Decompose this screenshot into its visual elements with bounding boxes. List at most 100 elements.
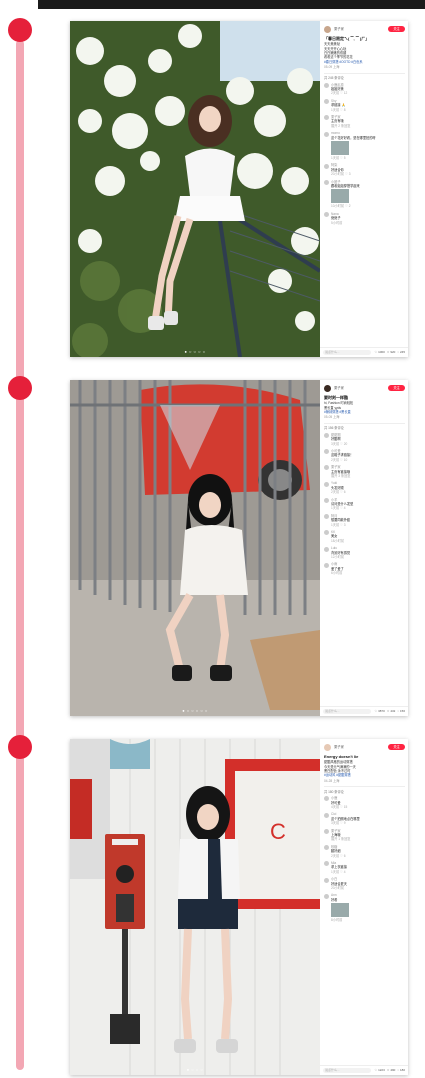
- like-count: 1223: [378, 1068, 385, 1073]
- comment-item[interactable]: 栗子家 主页有哦 展开 2 条回复: [324, 115, 405, 128]
- avatar: [324, 562, 329, 568]
- avatar[interactable]: [324, 384, 331, 392]
- comment-item[interactable]: 软糖 腿好细 2天前 ♡ 6: [324, 845, 405, 858]
- comment-item[interactable]: 小团子 跟着姐姐穿搭学起来 10小时前 ♡ 2: [324, 180, 405, 209]
- post-header: 栗子家 关注: [324, 383, 405, 393]
- comment-item[interactable]: 小白 好适合夏天 20小时前: [324, 877, 405, 890]
- comment-item[interactable]: 栗子家 上海哦 展开 1 条回复: [324, 829, 405, 842]
- post-date: 05-05 上海: [324, 415, 340, 420]
- comment-item[interactable]: Shy 求链接 🙏 1天前 ♡ 8: [324, 99, 405, 112]
- photo-1-indicator: ● ○ ○ ○ ○: [184, 349, 206, 354]
- comment-stat: 156: [399, 709, 405, 714]
- comment-item[interactable]: KK 美女 18小时前: [324, 530, 405, 543]
- comment-meta: 18小时前: [331, 538, 345, 543]
- like-button[interactable]: ♡ 3870: [375, 709, 385, 713]
- comment-meta: 1天前 ♡ 3: [331, 522, 346, 527]
- post-tags[interactable]: #辣妹穿搭 #黑长直: [324, 410, 405, 414]
- photo-1-illustration: [70, 21, 320, 357]
- star-button[interactable]: ☆ 920: [387, 350, 396, 354]
- comment-list: 小鹿乱撞 姐姐好美 2天前 ♡ 12 Shy 求链接 🙏 1天前 ♡ 8 栗子家 主页有哦…: [324, 83, 405, 226]
- comment-meta[interactable]: 展开 2 条回复: [331, 124, 405, 128]
- author-name[interactable]: 栗子家: [334, 386, 388, 390]
- like-button[interactable]: ♡ 1223: [375, 1068, 385, 1072]
- comment-image[interactable]: [331, 189, 349, 204]
- avatar: [324, 179, 329, 185]
- post-tags[interactable]: #春日穿搭 #OOTD #白色系: [324, 60, 405, 64]
- comment-image[interactable]: [331, 141, 349, 156]
- comment-item[interactable]: 小羊 请问是什么发型 1天前 ♡ 4: [324, 498, 405, 511]
- comment-icon: ◌: [397, 350, 400, 355]
- comment-meta: 20小时前 ♡ 3: [331, 172, 351, 177]
- post-card-1[interactable]: ● ○ ○ ○ ○ 栗子家 关注 「春日限定ㄟ( ▔, ▔ )ㄏ」 天天美美哒 …: [70, 21, 408, 357]
- author-name[interactable]: 栗子家: [334, 27, 388, 31]
- avatar[interactable]: [324, 25, 331, 33]
- comment-image[interactable]: [331, 903, 349, 918]
- photo-2-indicator: ● ○ ○ ○ ○ ○: [182, 708, 208, 713]
- post-title: 「春日限定ㄟ( ▔, ▔ )ㄏ」: [324, 36, 370, 41]
- svg-text:C: C: [270, 819, 286, 844]
- comment-item[interactable]: Cici 这个拍照地点在哪里 3天前 ♡ 9: [324, 812, 405, 825]
- divider: [324, 786, 405, 787]
- avatar: [324, 893, 329, 899]
- post-date: 05-09 上海: [324, 65, 340, 70]
- post-tags[interactable]: #运动风 #甜酷穿搭: [324, 773, 405, 777]
- comment-input[interactable]: 说点什么...: [323, 349, 371, 356]
- comment-meta: 1天前 ♡ 4: [331, 869, 346, 874]
- post-card-3[interactable]: C ● ○ ○ ○ 栗子家 关注 Energy doesn't lie 甜酷风格…: [70, 739, 408, 1075]
- comment-item[interactable]: 小雨 爱了爱了 6小时前: [324, 562, 405, 575]
- post-photo-3[interactable]: C ● ○ ○ ○: [70, 739, 320, 1075]
- top-bar: [38, 0, 425, 9]
- comment-meta[interactable]: 展开 1 条回复: [331, 837, 405, 841]
- comment-item[interactable]: Mia 求上衣链接 1天前 ♡ 4: [324, 861, 405, 874]
- heart-icon: ♡: [374, 1068, 378, 1073]
- comment-item[interactable]: 小鹿 好可爱 4天前 ♡ 15: [324, 796, 405, 809]
- comment-item[interactable]: 甜甜圈 好酷啊 3天前 ♡ 20: [324, 433, 405, 446]
- photo-3-illustration: C: [70, 739, 320, 1075]
- comment-item[interactable]: 栗子家 主页有链接哦 展开 3 条回复: [324, 465, 405, 478]
- comment-meta: 10小时前 ♡ 2: [331, 204, 351, 209]
- star-button[interactable]: ☆ 490: [387, 1068, 396, 1072]
- comment-item[interactable]: Yuki 头发好顺 2天前 ♡ 6: [324, 481, 405, 494]
- like-button[interactable]: ♡ 1060: [375, 350, 385, 354]
- post-body: 天天美美哒 天天开开心心哒 白白嫩嫩的双腿 看看这个季节的花花: [324, 42, 353, 60]
- comment-item[interactable]: Lulu 背景好有感觉 12小时前: [324, 546, 405, 559]
- post-photo-2[interactable]: ● ○ ○ ○ ○ ○: [70, 380, 320, 716]
- comment-meta[interactable]: 展开 3 条回复: [331, 474, 405, 478]
- avatar[interactable]: [324, 743, 331, 751]
- comment-item[interactable]: 小鹿乱撞 姐姐好美 2天前 ♡ 12: [324, 83, 405, 96]
- comment-input[interactable]: 说点什么...: [323, 1067, 371, 1074]
- follow-button[interactable]: 关注: [388, 384, 405, 392]
- post-photo-1[interactable]: ● ○ ○ ○ ○: [70, 21, 320, 357]
- avatar: [324, 212, 329, 218]
- post-title: Energy doesn't lie: [324, 754, 359, 759]
- comment-count: 共 180 条评论: [324, 789, 344, 794]
- avatar: [324, 845, 329, 851]
- comment-button[interactable]: ◌ 180: [397, 1068, 405, 1072]
- follow-button[interactable]: 关注: [388, 743, 405, 751]
- post-card-2[interactable]: ● ○ ○ ○ ○ ○ 栗子家 关注 要时刻一样酷 hi, Fashion 时尚…: [70, 380, 408, 716]
- comment-item[interactable]: 小可爱 这鞋子求链接！ 2天前 ♡ 10: [324, 449, 405, 462]
- comment-item[interactable]: Nana 绝绝子 5小时前: [324, 212, 405, 225]
- author-name[interactable]: 栗子家: [334, 745, 388, 749]
- comment-button[interactable]: ◌ 245: [397, 350, 405, 354]
- post-body: 甜酷风格的运动穿搭 今天是元气满满的一天 黑白配色 永不过时: [324, 760, 356, 774]
- comment-meta: 5小时前: [331, 220, 343, 225]
- comment-button[interactable]: ◌ 156: [397, 709, 405, 713]
- comment-item[interactable]: Ann 好看 8小时前: [324, 893, 405, 922]
- avatar: [324, 497, 329, 503]
- comment-text: 跟着姐姐穿搭学起来: [331, 184, 360, 189]
- like-count: 3870: [378, 709, 385, 714]
- star-count: 490: [390, 1068, 396, 1073]
- comment-meta: 2天前 ♡ 10: [331, 457, 348, 462]
- photo-2-illustration: [70, 380, 320, 716]
- divider: [324, 72, 405, 74]
- star-button[interactable]: ☆ 432: [387, 709, 396, 713]
- post-date: 04-28 上海: [324, 778, 340, 783]
- comment-item[interactable]: momo 这个花好好看，是在哪里拍的呀 1天前 ♡ 5: [324, 131, 405, 160]
- follow-button[interactable]: 关注: [388, 25, 405, 33]
- avatar: [324, 449, 329, 455]
- comment-item[interactable]: 阿月 想要同款外套 1天前 ♡ 3: [324, 514, 405, 527]
- comment-input[interactable]: 说点什么...: [323, 708, 371, 715]
- comment-meta: 12小时前: [331, 555, 345, 560]
- comment-item[interactable]: 阿柒 好适合你 20小时前 ♡ 3: [324, 163, 405, 176]
